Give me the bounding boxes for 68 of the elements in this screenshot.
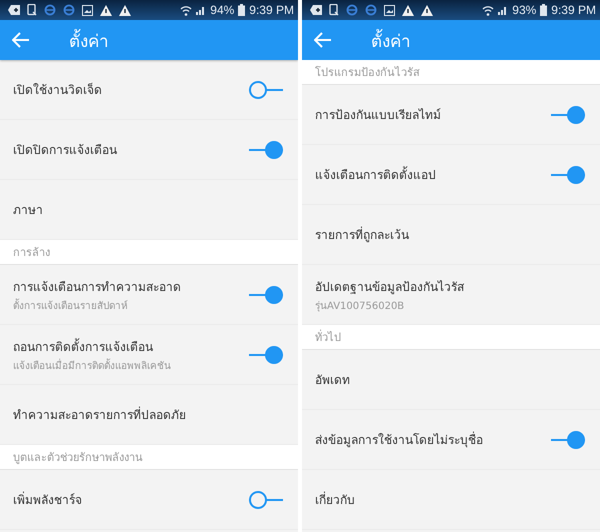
warning-icon bbox=[402, 4, 414, 16]
settings-row[interactable]: รายการที่ถูกละเว้น bbox=[302, 205, 600, 265]
signal-icon bbox=[498, 5, 508, 15]
row-label: การป้องกันแบบเรียลไทม์ bbox=[315, 107, 441, 124]
clock: 9:39 PM bbox=[249, 3, 294, 17]
battery-icon bbox=[540, 4, 548, 16]
image-icon bbox=[384, 4, 395, 16]
row-label: อัพเดท bbox=[315, 372, 350, 389]
row-label: เพิ่มพลังชาร์จ bbox=[13, 490, 82, 509]
wifi-icon bbox=[482, 4, 494, 16]
toggle-switch[interactable] bbox=[551, 106, 585, 124]
tag-icon bbox=[8, 5, 20, 15]
warning-icon bbox=[119, 4, 131, 16]
warning-icon bbox=[421, 4, 433, 16]
row-label: ภาษา bbox=[13, 202, 43, 219]
toggle-switch[interactable] bbox=[249, 346, 283, 364]
toggle-switch[interactable] bbox=[551, 166, 585, 184]
settings-row[interactable]: แจ้งเตือนการติดตั้งแอป bbox=[302, 145, 600, 205]
row-subtitle: รุ่นAV100756020B bbox=[315, 300, 406, 312]
back-button[interactable] bbox=[12, 32, 30, 48]
settings-row[interactable]: อัพเดท bbox=[302, 350, 600, 410]
section-header: ทั่วไป bbox=[302, 325, 600, 350]
ring-icon bbox=[365, 4, 377, 16]
row-label: ทำความสะอาดรายการที่ปลอดภัย bbox=[13, 406, 186, 424]
row-label: อัปเดตฐานข้อมูลป้องกันไวรัส bbox=[315, 278, 464, 296]
signal-icon bbox=[196, 5, 206, 15]
section-header: การล้าง bbox=[0, 240, 298, 265]
toggle-switch[interactable] bbox=[249, 80, 283, 98]
settings-row[interactable]: การป้องกันแบบเรียลไทม์ bbox=[302, 85, 600, 145]
row-label: เปิดใช้งานวิดเจ็ด bbox=[13, 82, 102, 99]
settings-row[interactable]: เปิดปิดการแจ้งเตือน bbox=[0, 120, 298, 180]
row-label: ส่งข้อมูลการใช้งานโดยไม่ระบุชื่อ bbox=[315, 430, 483, 449]
settings-row[interactable]: ส่งข้อมูลการใช้งานโดยไม่ระบุชื่อ bbox=[302, 410, 600, 470]
settings-row[interactable]: ถอนการติดตั้งการแจ้งเตือน แจ้งเตือนเมื่อมีการติดตั้งแอพพลิเคชัน bbox=[0, 325, 298, 385]
toggle-switch[interactable] bbox=[551, 430, 585, 448]
row-label: เปิดปิดการแจ้งเตือน bbox=[13, 142, 117, 159]
battery-percent: 93% bbox=[512, 3, 536, 17]
row-label: ถอนการติดตั้งการแจ้งเตือน bbox=[13, 337, 154, 356]
toggle-switch[interactable] bbox=[249, 490, 283, 508]
settings-row[interactable]: เพิ่มพลังชาร์จ bbox=[0, 470, 298, 530]
device-icon bbox=[27, 4, 37, 16]
ring-icon bbox=[44, 4, 56, 16]
row-subtitle: แจ้งเตือนเมื่อมีการติดตั้งแอพพลิเคชัน bbox=[13, 358, 171, 372]
device-icon bbox=[329, 4, 339, 16]
row-subtitle: ตั้งการแจ้งเตือนรายสัปดาห์ bbox=[13, 298, 129, 312]
warning-icon bbox=[100, 4, 112, 16]
ring-icon bbox=[346, 4, 358, 16]
row-label: การแจ้งเตือนการทำความสะอาด bbox=[13, 278, 181, 296]
image-icon bbox=[82, 4, 93, 16]
settings-row[interactable]: การแจ้งเตือนการทำความสะอาด ตั้งการแจ้งเตือนรายสัปดาห์ bbox=[0, 265, 298, 325]
row-label: แจ้งเตือนการติดตั้งแอป bbox=[315, 165, 436, 184]
wifi-icon bbox=[180, 4, 192, 16]
settings-row[interactable]: เปิดใช้งานวิดเจ็ด bbox=[0, 60, 298, 120]
clock: 9:39 PM bbox=[551, 3, 596, 17]
row-label: เกี่ยวกับ bbox=[315, 490, 355, 509]
battery-percent: 94% bbox=[210, 3, 234, 17]
section-header: บูตและตัวช่วยรักษาพลังงาน bbox=[0, 445, 298, 470]
battery-icon bbox=[238, 4, 246, 16]
row-label: รายการที่ถูกละเว้น bbox=[315, 226, 409, 244]
screen-title: ตั้งค่า bbox=[371, 26, 411, 54]
toggle-switch[interactable] bbox=[249, 140, 283, 158]
section-header: โปรแกรมป้องกันไวรัส bbox=[302, 60, 600, 85]
settings-row[interactable]: เกี่ยวกับ bbox=[302, 470, 600, 530]
back-button[interactable] bbox=[314, 32, 332, 48]
tag-icon bbox=[310, 5, 322, 15]
toggle-switch[interactable] bbox=[249, 286, 283, 304]
ring-icon bbox=[63, 4, 75, 16]
screen-title: ตั้งค่า bbox=[69, 26, 109, 54]
